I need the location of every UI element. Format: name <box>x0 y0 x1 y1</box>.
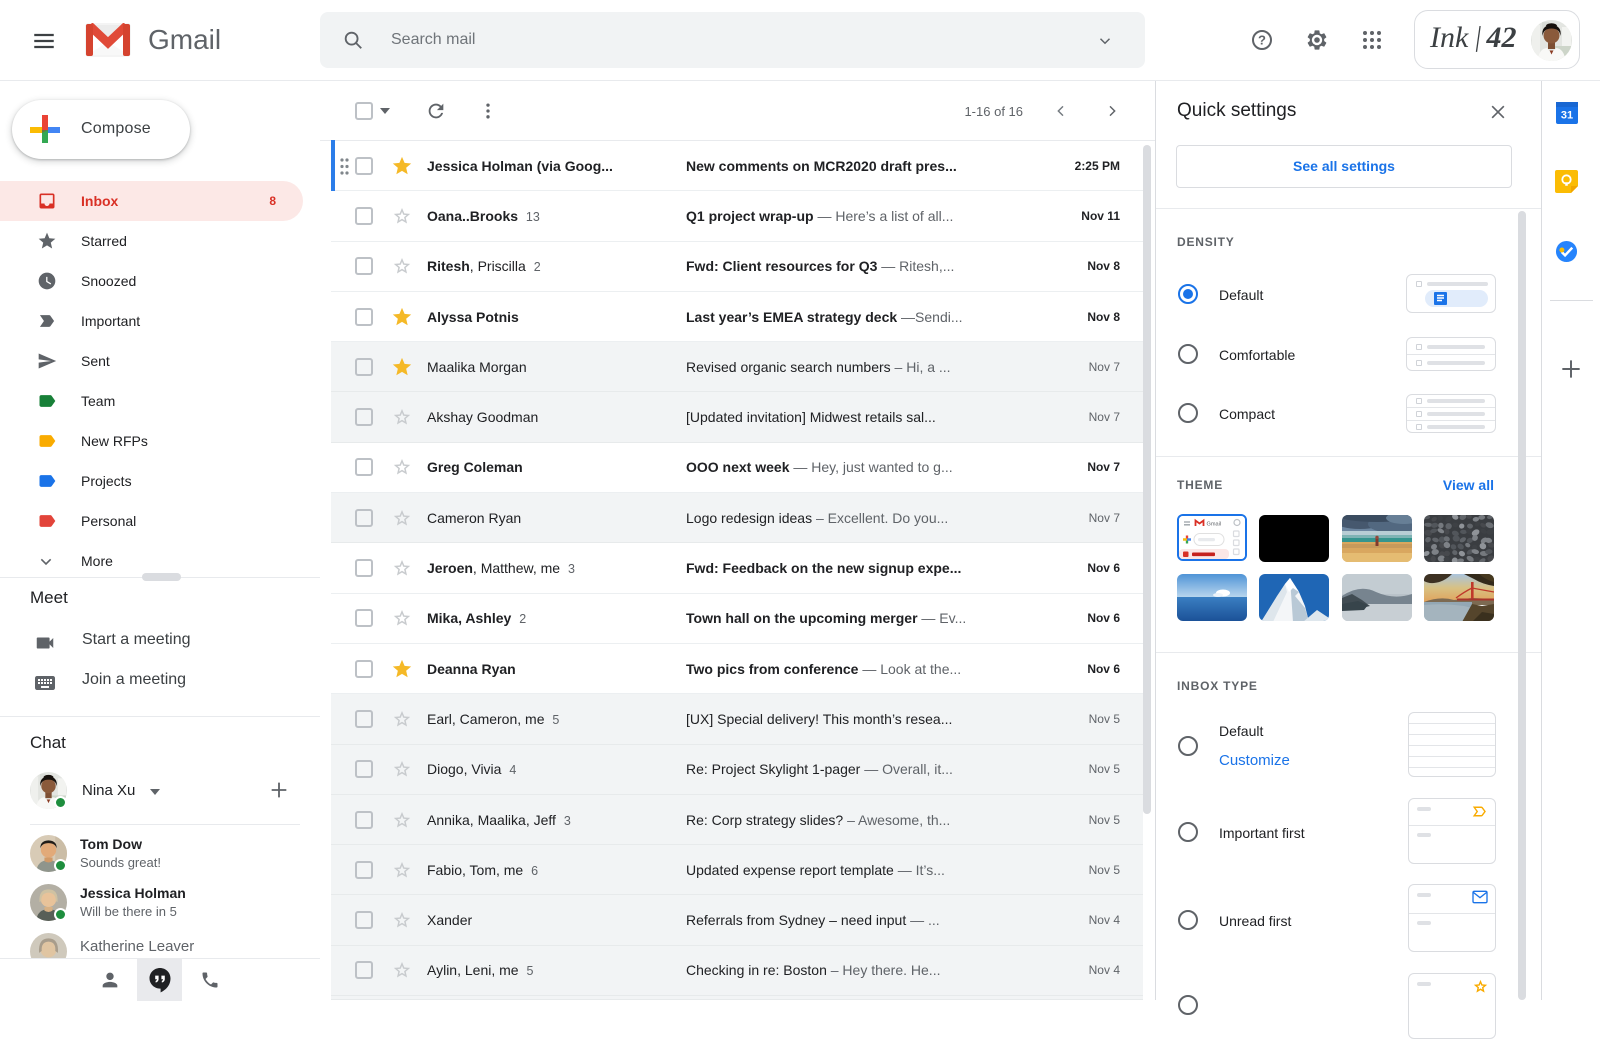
svg-text:31: 31 <box>1561 110 1573 122</box>
svg-text:?: ? <box>1258 33 1266 48</box>
svg-text:Gmail: Gmail <box>1207 522 1222 528</box>
